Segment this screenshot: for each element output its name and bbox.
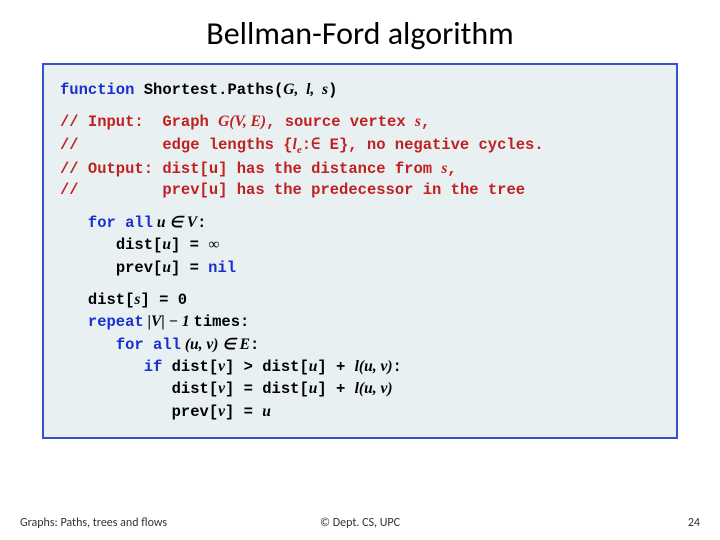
forall1-expr: u ∈ V — [153, 214, 197, 231]
ad-mid: ] = dist[ — [225, 380, 309, 398]
init-dist: dist[u] = ∞ — [60, 234, 660, 256]
v2: v — [218, 380, 225, 397]
kw-repeat: repeat — [88, 313, 144, 331]
forall-V: for all u ∈ V: — [60, 212, 660, 234]
cond-r: ] + — [317, 358, 354, 376]
times: times — [194, 313, 241, 331]
init-prev: prev[u] = nil — [60, 257, 660, 279]
br3: ] — [140, 291, 149, 309]
ap-l: prev[ — [172, 403, 219, 421]
c1b: , source vertex — [266, 113, 415, 131]
eq1: = — [180, 236, 208, 254]
dist-s-zero: dist[s] = 0 — [60, 289, 660, 311]
forall-E: for all (u, v) ∈ E: — [60, 334, 660, 356]
comment-input-1: // Input: Graph G(V, E), source vertex s… — [60, 111, 660, 133]
fn-decl: function Shortest.Paths(G, l, s) — [60, 79, 660, 101]
eq3: = — [150, 291, 178, 309]
u5: u — [262, 403, 271, 420]
c2b: :∈ E}, no negative cycles. — [302, 136, 544, 154]
u1: u — [162, 236, 171, 253]
kw-for-all-2: for all — [116, 336, 181, 354]
largs2: (u, v) — [359, 380, 393, 397]
c4: // prev[u] has the predecessor in the tr… — [60, 181, 525, 199]
colon3: : — [250, 336, 259, 354]
c3b: , — [447, 160, 456, 178]
footer-mid: © Dept. CS, UPC — [0, 516, 720, 530]
repeat-line: repeat |V| − 1 times: — [60, 311, 660, 333]
c1d: , — [421, 113, 430, 131]
ad-r: ] + — [317, 380, 354, 398]
comment-output-1: // Output: dist[u] has the distance from… — [60, 158, 660, 180]
largs1: (u, v) — [359, 358, 393, 375]
colon1: : — [197, 214, 206, 232]
slide-number: 24 — [688, 516, 700, 530]
kw-for-all-1: for all — [88, 214, 153, 232]
assign-prev: prev[v] = u — [60, 401, 660, 423]
cond-l: dist[ — [162, 358, 218, 376]
ap-r: ] = — [225, 403, 262, 421]
c1a: G(V, E) — [218, 113, 266, 130]
comment-output-2: // prev[u] has the predecessor in the tr… — [60, 180, 660, 201]
dist-s-open: dist[ — [88, 291, 135, 309]
fn-name: Shortest.Paths — [144, 81, 274, 99]
kw-if: if — [144, 358, 163, 376]
if-cond: if dist[v] > dist[u] + l(u, v): — [60, 356, 660, 378]
eq2: = — [180, 259, 208, 277]
br2: ] — [171, 259, 180, 277]
colon4: : — [392, 358, 401, 376]
inf: ∞ — [208, 236, 219, 253]
comment-input-2: // edge lengths {le:∈ E}, no negative cy… — [60, 134, 660, 158]
br1: ] — [171, 236, 180, 254]
cond-mid: ] > dist[ — [225, 358, 309, 376]
v3: v — [218, 403, 225, 420]
c1: // Input: Graph — [60, 113, 218, 131]
ad-l: dist[ — [172, 380, 219, 398]
v1: v — [218, 358, 225, 375]
prev-open: prev[ — [116, 259, 163, 277]
colon2: : — [240, 313, 249, 331]
dist-open: dist[ — [116, 236, 163, 254]
kw-function: function — [60, 81, 134, 99]
u2: u — [162, 259, 171, 276]
fn-args: G, l, s — [283, 81, 328, 98]
forall2-expr: (u, v) ∈ E — [181, 336, 250, 353]
c3: // Output: dist[u] has the distance from — [60, 160, 441, 178]
rep-expr: |V| − 1 — [144, 313, 194, 330]
paren-open: ( — [274, 81, 283, 99]
zero: 0 — [178, 291, 187, 309]
assign-dist: dist[v] = dist[u] + l(u, v) — [60, 378, 660, 400]
slide-title: Bellman-Ford algorithm — [0, 0, 720, 63]
algorithm-code-block: function Shortest.Paths(G, l, s) // Inpu… — [42, 63, 678, 439]
kw-nil: nil — [208, 259, 236, 277]
c2: // edge lengths { — [60, 136, 293, 154]
paren-close: ) — [328, 81, 337, 99]
